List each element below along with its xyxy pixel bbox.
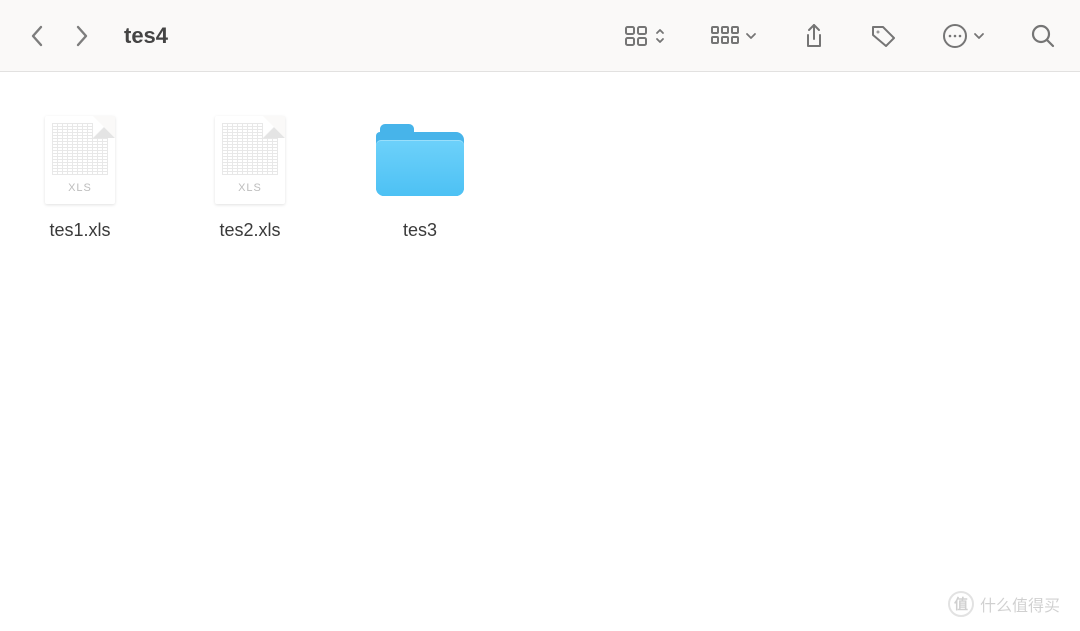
- file-item[interactable]: XLS tes2.xls: [200, 110, 300, 241]
- back-button[interactable]: [20, 18, 56, 54]
- tags-button[interactable]: [866, 18, 902, 54]
- file-item[interactable]: XLS tes1.xls: [30, 110, 130, 241]
- watermark: 值 什么值得买: [948, 591, 1060, 617]
- folder-title: tes4: [124, 23, 168, 49]
- actions-button[interactable]: [938, 18, 990, 54]
- group-by-button[interactable]: [706, 18, 762, 54]
- file-grid: XLS tes1.xls XLS tes2.xls tes3: [0, 72, 1080, 279]
- view-icon-button[interactable]: [620, 18, 670, 54]
- folder-item[interactable]: tes3: [370, 110, 470, 241]
- folder-icon: [375, 110, 465, 210]
- share-button[interactable]: [798, 18, 830, 54]
- file-label: tes1.xls: [49, 220, 110, 241]
- forward-button[interactable]: [64, 18, 100, 54]
- file-label: tes2.xls: [219, 220, 280, 241]
- watermark-text: 什么值得买: [980, 592, 1060, 616]
- folder-label: tes3: [403, 220, 437, 241]
- xls-file-icon: XLS: [205, 110, 295, 210]
- watermark-logo-icon: 值: [948, 591, 974, 617]
- xls-file-icon: XLS: [35, 110, 125, 210]
- search-button[interactable]: [1026, 18, 1060, 54]
- toolbar: tes4: [0, 0, 1080, 72]
